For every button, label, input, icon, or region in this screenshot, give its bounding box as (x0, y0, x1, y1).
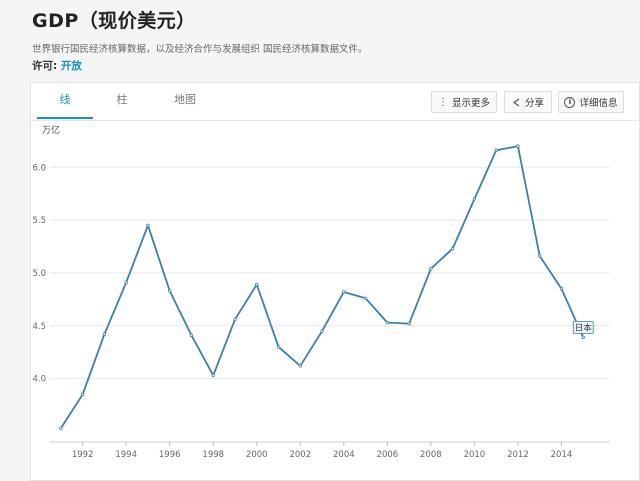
data-point (385, 320, 390, 325)
x-tick-label: 2006 (377, 450, 399, 460)
tab-map[interactable]: 地图 (165, 83, 205, 119)
series-layer (59, 144, 585, 430)
data-point (124, 280, 128, 285)
show-more-button[interactable]: ⋮ 显示更多 (431, 91, 497, 113)
data-point (472, 197, 477, 201)
x-tick-label: 2012 (507, 450, 529, 460)
data-point (276, 345, 281, 349)
x-tick-label: 2000 (246, 450, 268, 460)
more-vertical-icon: ⋮ (437, 96, 448, 108)
data-point (559, 287, 564, 291)
y-tick-label: 5.5 (32, 216, 46, 226)
x-tick-label: 2010 (464, 450, 486, 460)
y-tick-label: 4.5 (32, 322, 46, 332)
data-point (538, 254, 542, 258)
series-name-label: 日本 (575, 322, 593, 333)
series-label-layer: 日本 (572, 320, 594, 334)
data-point (407, 321, 411, 326)
data-point (255, 282, 259, 287)
series-line (60, 145, 585, 429)
share-label: 分享 (524, 98, 544, 109)
show-more-label: 显示更多 (451, 98, 490, 109)
y-axis-ticks: 4.0 4.5 5.0 5.5 6.0 (32, 163, 46, 384)
y-tick-label: 5.0 (32, 269, 46, 279)
data-point (59, 426, 63, 430)
data-point (494, 148, 498, 153)
data-point (450, 246, 455, 251)
data-point (189, 333, 194, 337)
data-point (298, 364, 302, 368)
x-tick-label: 1994 (115, 450, 137, 460)
data-point (211, 373, 215, 378)
license-open-link[interactable]: 开放 (61, 60, 82, 72)
data-point (102, 332, 107, 336)
share-button[interactable]: 分享 (504, 91, 552, 113)
data-point (320, 329, 324, 333)
chart-type-tabs: 线 柱 地图 ⋮ 显示更多 分享 i 详细信息 (31, 83, 639, 121)
y-tick-label: 6.0 (32, 163, 46, 173)
x-tick-label: 2008 (420, 450, 442, 460)
data-point (516, 144, 520, 148)
x-tick-label: 1992 (72, 450, 94, 460)
data-point (168, 289, 172, 293)
grid-lines (50, 166, 610, 380)
data-point (429, 267, 433, 271)
data-point (80, 392, 85, 397)
data-point (146, 223, 150, 228)
tab-bar[interactable]: 柱 (107, 83, 137, 119)
details-button[interactable]: i 详细信息 (558, 91, 624, 113)
page-title: GDP（现价美元） (32, 10, 196, 32)
tab-line[interactable]: 线 (37, 83, 93, 119)
y-tick-label: 4.0 (32, 375, 46, 385)
x-tick-label: 1998 (202, 450, 224, 460)
data-point (233, 317, 237, 322)
gdp-line-chart: 万亿 4.0 4.5 5.0 5.5 6.0 1992 1994 1996 1998 2000 2… (32, 124, 610, 460)
license-label: 许可: (32, 60, 58, 72)
x-axis-ticks: 1992 1994 1996 1998 2000 2002 2004 2006 2008 2010… (50, 441, 610, 460)
data-point (363, 296, 368, 300)
data-point (581, 335, 585, 340)
data-point (342, 290, 346, 294)
details-label: 详细信息 (579, 98, 618, 109)
source-description: 世界银行国民经济核算数据，以及经济合作与发展组织 国民经济核算数据文件。 (32, 44, 368, 55)
license-info: 许可: 开放 (32, 58, 82, 73)
share-icon (512, 98, 520, 106)
x-tick-label: 1996 (159, 450, 181, 460)
info-icon: i (564, 96, 576, 108)
y-axis-unit-label: 万亿 (42, 124, 60, 136)
x-tick-label: 2002 (289, 450, 311, 460)
x-tick-label: 2004 (333, 450, 355, 460)
x-tick-label: 2014 (551, 450, 573, 460)
